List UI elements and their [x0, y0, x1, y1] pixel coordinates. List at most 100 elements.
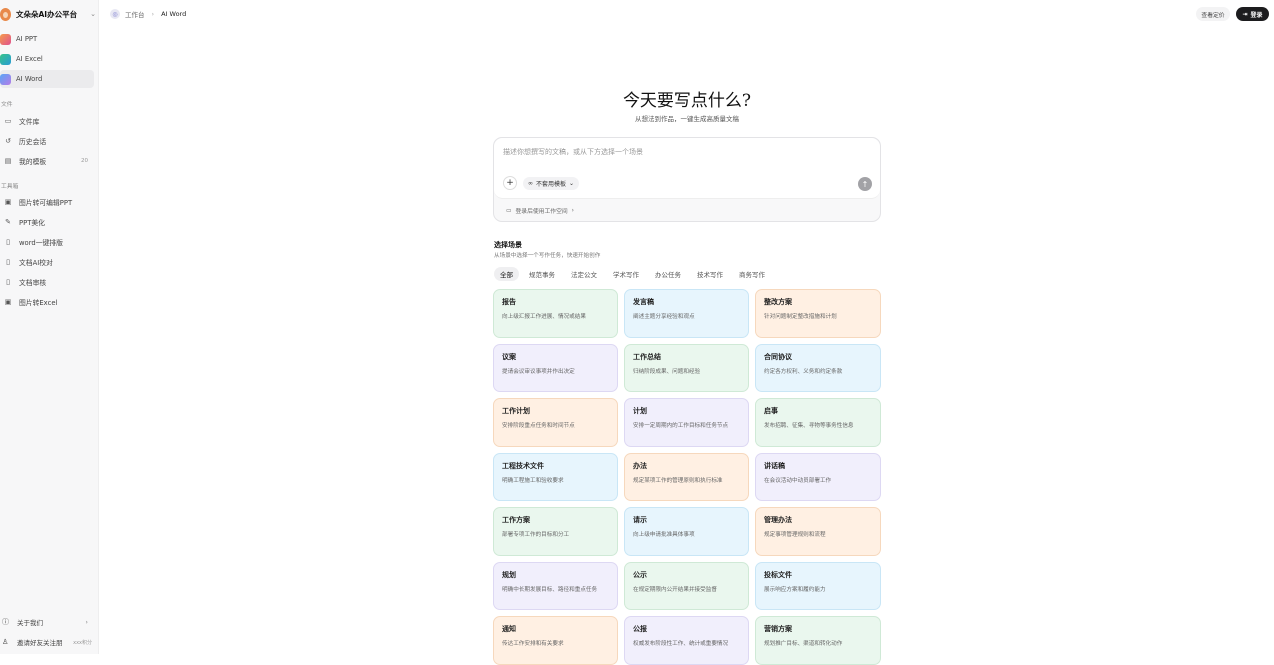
scene-card[interactable]: 投标文件展示响应方案和履约能力 [755, 561, 881, 610]
scene-card[interactable]: 工作总结 归纳阶段成果、问题和经验 [624, 343, 749, 392]
sidebar-item-image-to-ppt[interactable]: ▣ 图片转可编辑PPT [0, 193, 94, 211]
scene-card[interactable]: 通知 传达工作安排和有关要求 [493, 616, 618, 665]
brand-logo [0, 7, 11, 21]
login-label: 登录 [1250, 11, 1263, 19]
scene-card-title: 发言稿 [633, 298, 654, 306]
doc-icon: ▯ [6, 238, 10, 246]
scene-card-desc: 权威发布阶段性工作、统计或重要情况 [633, 641, 729, 647]
scene-card-title: 管理办法 [764, 516, 792, 524]
scene-card[interactable]: 整改方案 针对问题制定整改措施和计划 [755, 289, 881, 338]
scene-card-desc: 阐述主题分享经验和观点 [633, 314, 695, 320]
template-select[interactable]: ∞ 不套用模板 ⌄ [523, 177, 580, 190]
scenes-title: 选择场景 [494, 241, 522, 249]
scene-card-desc: 发布招聘、征集、寻物等事务性信息 [764, 423, 854, 429]
chevron-right-icon: › [85, 618, 88, 626]
invite-badge: xxx积分 [73, 639, 92, 646]
scene-card-desc: 安排阶段重点任务和时间节点 [502, 423, 575, 429]
scene-card-desc: 针对问题制定整改措施和计划 [764, 314, 837, 320]
scene-card[interactable]: 计划 安排一定周期内的工作目标和任务节点 [624, 398, 749, 447]
login-icon: ⇥ [1242, 10, 1248, 18]
scene-card-desc: 向上级申请批准具体事项 [633, 532, 695, 538]
sidebar-item-label: 图片转可编辑PPT [19, 199, 73, 207]
about-us-link[interactable]: ⓘ 关于我们 › [2, 615, 96, 629]
invite-label: 邀请好友关注朋 [17, 639, 63, 647]
add-attachment-button[interactable]: + [503, 176, 517, 190]
sidebar-item-my-templates[interactable]: ▤ 我的模板 20 [0, 152, 94, 170]
scene-card-title: 公报 [633, 625, 647, 633]
sidebar-item-label: PPT美化 [19, 219, 45, 227]
scene-card-desc: 安排一定周期内的工作目标和任务节点 [633, 423, 729, 429]
breadcrumb-root[interactable]: 工作台 [125, 9, 145, 19]
scene-card[interactable]: 工作方案 部署专项工作的目标和分工 [493, 507, 618, 556]
scene-card[interactable]: 办法规定某项工作的管理原则和执行标准 [624, 452, 749, 501]
scene-card[interactable]: 营销方案 规划推广目标、渠道和转化动作 [755, 616, 881, 665]
scene-card-title: 工程技术文件 [502, 461, 544, 470]
scene-card-title: 办法 [633, 461, 647, 470]
send-button[interactable]: ↑ [858, 177, 872, 191]
scene-card[interactable]: 议案 提请会议审议事项并作出决定 [493, 343, 618, 392]
sidebar-item-ppt-beautify[interactable]: ✎ PPT美化 [0, 213, 94, 231]
scene-card-title: 通知 [502, 625, 516, 633]
scene-card[interactable]: 讲话稿 在会议活动中动员部署工作 [755, 452, 881, 501]
scene-card[interactable]: 合同协议 约定各方权利、义务和约定条款 [755, 343, 881, 392]
sidebar-item-doc-proofread[interactable]: ▯ 文档AI校对 [0, 253, 94, 271]
sidebar-item-word-format[interactable]: ▯ word一键排版 [0, 233, 94, 251]
sidebar-item-label: 文档审核 [19, 279, 47, 287]
info-icon: ⓘ [2, 618, 9, 626]
tab-all[interactable]: 全部 [494, 266, 519, 281]
page-title: 今天要写点什么? [622, 91, 752, 111]
section-label-tools: 工具箱 [1, 184, 19, 190]
scene-card[interactable]: 请示 向上级申请批准具体事项 [624, 507, 749, 556]
scene-card-title: 报告 [502, 298, 516, 306]
sidebar-item-label: AI PPT [16, 35, 38, 43]
breadcrumb: ◎ 工作台 › AI Word [110, 7, 186, 21]
sidebar-item-label: 我的模板 [19, 158, 47, 166]
brand[interactable]: 文朵朵AI办公平台 ⌄ [0, 5, 96, 23]
scene-card-desc: 部署专项工作的目标和分工 [502, 532, 570, 538]
tab-technical[interactable]: 技术写作 [691, 267, 729, 281]
tab-business[interactable]: 商务写作 [733, 267, 771, 281]
sidebar-item-ai-excel[interactable]: AI Excel [0, 50, 94, 68]
scene-card-title: 投标文件 [764, 570, 792, 579]
scene-card-desc: 在规定期限内公开结果并接受监督 [633, 586, 717, 593]
link-icon: ∞ [528, 180, 533, 187]
scene-card-desc: 规定事项管理规则和流程 [764, 532, 826, 538]
prompt-input[interactable]: 描述你想撰写的文稿，或从下方选择一个场景 + ∞ 不套用模板 ⌄ ↑ [494, 138, 880, 199]
scene-card[interactable]: 启事 发布招聘、征集、寻物等事务性信息 [755, 398, 881, 447]
tab-official[interactable]: 法定公文 [565, 267, 603, 281]
history-icon: ↺ [5, 137, 11, 145]
scene-card[interactable]: 公报权威发布阶段性工作、统计或重要情况 [624, 616, 749, 665]
workspace-hint: 登录后使用工作空间 [515, 209, 568, 215]
scene-card[interactable]: 规划 明确中长期发展目标、路径和重点任务 [493, 561, 618, 610]
scene-card[interactable]: 工程技术文件 明确工程施工和验收要求 [493, 452, 618, 501]
scene-card[interactable]: 管理办法规定事项管理规则和流程 [755, 507, 881, 556]
pricing-button[interactable]: 查看定价 [1196, 7, 1230, 21]
tab-routine[interactable]: 规范事务 [523, 267, 561, 281]
scene-card[interactable]: 公示 在规定期限内公开结果并接受监督 [624, 561, 749, 610]
scene-card-desc: 向上级汇报工作进展、情况或结果 [502, 314, 586, 320]
tab-academic[interactable]: 学术写作 [607, 267, 645, 281]
chevron-down-icon: ⌄ [569, 180, 575, 187]
sidebar-item-image-to-excel[interactable]: ▣ 图片转Excel [0, 293, 94, 311]
scene-card[interactable]: 发言稿阐述主题分享经验和观点 [624, 289, 749, 338]
workspace-link[interactable]: ▭ 登录后使用工作空间 › [506, 206, 574, 216]
login-button[interactable]: ⇥ 登录 [1236, 7, 1269, 21]
composer: 描述你想撰写的文稿，或从下方选择一个场景 + ∞ 不套用模板 ⌄ ↑ ▭ 登录后… [493, 137, 881, 222]
sidebar-item-history[interactable]: ↺ 历史会话 [0, 132, 94, 150]
page-subtitle: 从想法到作品，一键生成高质量文稿 [635, 115, 739, 123]
tab-office[interactable]: 办公任务 [649, 267, 687, 281]
doc-icon: ▯ [6, 278, 10, 286]
invite-friends-link[interactable]: ♙ 邀请好友关注朋 xxx积分 [2, 635, 96, 649]
count-badge: 20 [81, 158, 88, 164]
scene-card-desc: 展示响应方案和履约能力 [764, 586, 826, 593]
scene-card-desc: 规定某项工作的管理原则和执行标准 [633, 477, 723, 484]
chevron-down-icon[interactable]: ⌄ [90, 10, 96, 18]
sidebar-item-doc-review[interactable]: ▯ 文档审核 [0, 273, 94, 291]
scene-card[interactable]: 报告向上级汇报工作进展、情况或结果 [493, 289, 618, 338]
scene-card-title: 工作总结 [633, 352, 661, 361]
doc-icon: ▯ [6, 258, 10, 266]
ppt-app-icon [0, 33, 11, 45]
sidebar-item-ai-ppt[interactable]: AI PPT [0, 30, 94, 48]
scene-card[interactable]: 工作计划 安排阶段重点任务和时间节点 [493, 398, 618, 447]
scene-card-title: 规划 [502, 570, 516, 579]
